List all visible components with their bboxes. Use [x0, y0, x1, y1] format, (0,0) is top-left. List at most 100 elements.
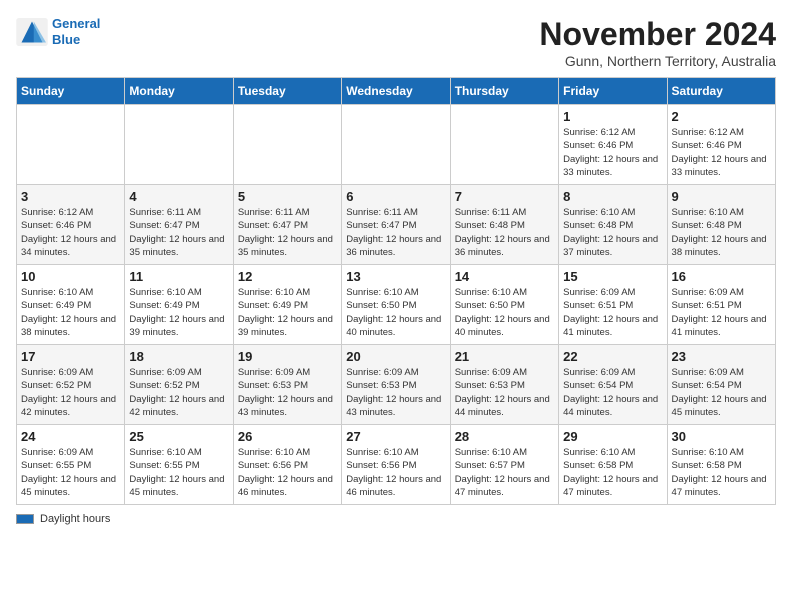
calendar-cell — [233, 105, 341, 185]
day-info: Sunrise: 6:10 AM Sunset: 6:56 PM Dayligh… — [346, 446, 445, 499]
day-info: Sunrise: 6:10 AM Sunset: 6:50 PM Dayligh… — [346, 286, 445, 339]
month-title: November 2024 — [539, 16, 776, 53]
logo-line1: General — [52, 16, 100, 31]
day-info: Sunrise: 6:12 AM Sunset: 6:46 PM Dayligh… — [21, 206, 120, 259]
calendar-cell: 25 Sunrise: 6:10 AM Sunset: 6:55 PM Dayli… — [125, 425, 233, 505]
day-info: Sunrise: 6:09 AM Sunset: 6:51 PM Dayligh… — [563, 286, 662, 339]
day-number: 24 — [21, 429, 120, 444]
day-info: Sunrise: 6:10 AM Sunset: 6:55 PM Dayligh… — [129, 446, 228, 499]
day-number: 29 — [563, 429, 662, 444]
week-row-3: 10Sunrise: 6:10 AM Sunset: 6:49 PM Dayli… — [17, 265, 776, 345]
day-number: 30 — [672, 429, 771, 444]
calendar-cell: 4 Sunrise: 6:11 AM Sunset: 6:47 PM Daylig… — [125, 185, 233, 265]
day-header-monday: Monday — [125, 78, 233, 105]
day-number: 6 — [346, 189, 445, 204]
day-number: 5 — [238, 189, 337, 204]
day-number: 20 — [346, 349, 445, 364]
day-info: Sunrise: 6:09 AM Sunset: 6:53 PM Dayligh… — [346, 366, 445, 419]
legend-label: Daylight hours — [40, 513, 110, 525]
logo-text: General Blue — [52, 16, 100, 47]
day-info: Sunrise: 6:11 AM Sunset: 6:47 PM Dayligh… — [129, 206, 228, 259]
day-number: 3 — [21, 189, 120, 204]
day-number: 17 — [21, 349, 120, 364]
day-info: Sunrise: 6:09 AM Sunset: 6:55 PM Dayligh… — [21, 446, 120, 499]
day-number: 27 — [346, 429, 445, 444]
day-number: 26 — [238, 429, 337, 444]
day-info: Sunrise: 6:10 AM Sunset: 6:48 PM Dayligh… — [672, 206, 771, 259]
calendar-cell: 28 Sunrise: 6:10 AM Sunset: 6:57 PM Dayli… — [450, 425, 558, 505]
calendar-cell: 19Sunrise: 6:09 AM Sunset: 6:53 PM Dayli… — [233, 345, 341, 425]
day-info: Sunrise: 6:10 AM Sunset: 6:58 PM Dayligh… — [563, 446, 662, 499]
day-info: Sunrise: 6:10 AM Sunset: 6:56 PM Dayligh… — [238, 446, 337, 499]
calendar-header-row: SundayMondayTuesdayWednesdayThursdayFrid… — [17, 78, 776, 105]
calendar-cell: 8 Sunrise: 6:10 AM Sunset: 6:48 PM Daylig… — [559, 185, 667, 265]
calendar-cell: 17 Sunrise: 6:09 AM Sunset: 6:52 PM Dayli… — [17, 345, 125, 425]
day-info: Sunrise: 6:12 AM Sunset: 6:46 PM Dayligh… — [672, 126, 771, 179]
calendar-cell: 12 Sunrise: 6:10 AM Sunset: 6:49 PM Dayli… — [233, 265, 341, 345]
day-number: 19 — [238, 349, 337, 364]
day-number: 28 — [455, 429, 554, 444]
calendar-cell: 3 Sunrise: 6:12 AM Sunset: 6:46 PM Daylig… — [17, 185, 125, 265]
calendar-cell: 26 Sunrise: 6:10 AM Sunset: 6:56 PM Dayli… — [233, 425, 341, 505]
calendar-cell: 16 Sunrise: 6:09 AM Sunset: 6:51 PM Dayli… — [667, 265, 775, 345]
calendar-cell: 23Sunrise: 6:09 AM Sunset: 6:54 PM Dayli… — [667, 345, 775, 425]
day-number: 23 — [672, 349, 771, 364]
day-header-thursday: Thursday — [450, 78, 558, 105]
day-number: 16 — [672, 269, 771, 284]
calendar-cell: 29 Sunrise: 6:10 AM Sunset: 6:58 PM Dayli… — [559, 425, 667, 505]
day-info: Sunrise: 6:09 AM Sunset: 6:52 PM Dayligh… — [129, 366, 228, 419]
day-info: Sunrise: 6:10 AM Sunset: 6:49 PM Dayligh… — [129, 286, 228, 339]
week-row-1: 1 Sunrise: 6:12 AM Sunset: 6:46 PM Daylig… — [17, 105, 776, 185]
day-info: Sunrise: 6:10 AM Sunset: 6:48 PM Dayligh… — [563, 206, 662, 259]
day-number: 13 — [346, 269, 445, 284]
day-header-tuesday: Tuesday — [233, 78, 341, 105]
calendar-cell: 22 Sunrise: 6:09 AM Sunset: 6:54 PM Dayli… — [559, 345, 667, 425]
day-info: Sunrise: 6:09 AM Sunset: 6:51 PM Dayligh… — [672, 286, 771, 339]
legend: Daylight hours — [16, 513, 776, 525]
day-header-saturday: Saturday — [667, 78, 775, 105]
day-number: 22 — [563, 349, 662, 364]
day-header-friday: Friday — [559, 78, 667, 105]
header: General Blue November 2024 Gunn, Norther… — [16, 16, 776, 69]
day-info: Sunrise: 6:09 AM Sunset: 6:52 PM Dayligh… — [21, 366, 120, 419]
calendar-cell: 30 Sunrise: 6:10 AM Sunset: 6:58 PM Dayli… — [667, 425, 775, 505]
day-number: 4 — [129, 189, 228, 204]
day-info: Sunrise: 6:10 AM Sunset: 6:58 PM Dayligh… — [672, 446, 771, 499]
day-number: 7 — [455, 189, 554, 204]
day-number: 11 — [129, 269, 228, 284]
day-info: Sunrise: 6:11 AM Sunset: 6:47 PM Dayligh… — [238, 206, 337, 259]
day-number: 1 — [563, 109, 662, 124]
day-number: 14 — [455, 269, 554, 284]
day-info: Sunrise: 6:10 AM Sunset: 6:57 PM Dayligh… — [455, 446, 554, 499]
calendar-cell: 21Sunrise: 6:09 AM Sunset: 6:53 PM Dayli… — [450, 345, 558, 425]
calendar-cell: 2Sunrise: 6:12 AM Sunset: 6:46 PM Daylig… — [667, 105, 775, 185]
calendar-cell: 24 Sunrise: 6:09 AM Sunset: 6:55 PM Dayli… — [17, 425, 125, 505]
calendar-cell: 15 Sunrise: 6:09 AM Sunset: 6:51 PM Dayli… — [559, 265, 667, 345]
calendar-cell: 14 Sunrise: 6:10 AM Sunset: 6:50 PM Dayli… — [450, 265, 558, 345]
day-info: Sunrise: 6:12 AM Sunset: 6:46 PM Dayligh… — [563, 126, 662, 179]
calendar-cell — [342, 105, 450, 185]
calendar-table: SundayMondayTuesdayWednesdayThursdayFrid… — [16, 77, 776, 505]
day-info: Sunrise: 6:10 AM Sunset: 6:49 PM Dayligh… — [238, 286, 337, 339]
calendar-cell: 5 Sunrise: 6:11 AM Sunset: 6:47 PM Daylig… — [233, 185, 341, 265]
day-header-wednesday: Wednesday — [342, 78, 450, 105]
day-header-sunday: Sunday — [17, 78, 125, 105]
calendar-cell: 7Sunrise: 6:11 AM Sunset: 6:48 PM Daylig… — [450, 185, 558, 265]
week-row-4: 17 Sunrise: 6:09 AM Sunset: 6:52 PM Dayli… — [17, 345, 776, 425]
day-info: Sunrise: 6:10 AM Sunset: 6:50 PM Dayligh… — [455, 286, 554, 339]
day-number: 15 — [563, 269, 662, 284]
day-info: Sunrise: 6:10 AM Sunset: 6:49 PM Dayligh… — [21, 286, 120, 339]
day-number: 12 — [238, 269, 337, 284]
calendar-cell: 20 Sunrise: 6:09 AM Sunset: 6:53 PM Dayli… — [342, 345, 450, 425]
day-number: 8 — [563, 189, 662, 204]
logo-icon — [16, 18, 48, 46]
day-number: 25 — [129, 429, 228, 444]
day-info: Sunrise: 6:09 AM Sunset: 6:54 PM Dayligh… — [563, 366, 662, 419]
calendar-cell: 9Sunrise: 6:10 AM Sunset: 6:48 PM Daylig… — [667, 185, 775, 265]
calendar-cell: 11 Sunrise: 6:10 AM Sunset: 6:49 PM Dayli… — [125, 265, 233, 345]
calendar-cell — [17, 105, 125, 185]
calendar-cell: 1 Sunrise: 6:12 AM Sunset: 6:46 PM Daylig… — [559, 105, 667, 185]
calendar-cell: 18Sunrise: 6:09 AM Sunset: 6:52 PM Dayli… — [125, 345, 233, 425]
location-title: Gunn, Northern Territory, Australia — [539, 53, 776, 69]
day-info: Sunrise: 6:11 AM Sunset: 6:47 PM Dayligh… — [346, 206, 445, 259]
